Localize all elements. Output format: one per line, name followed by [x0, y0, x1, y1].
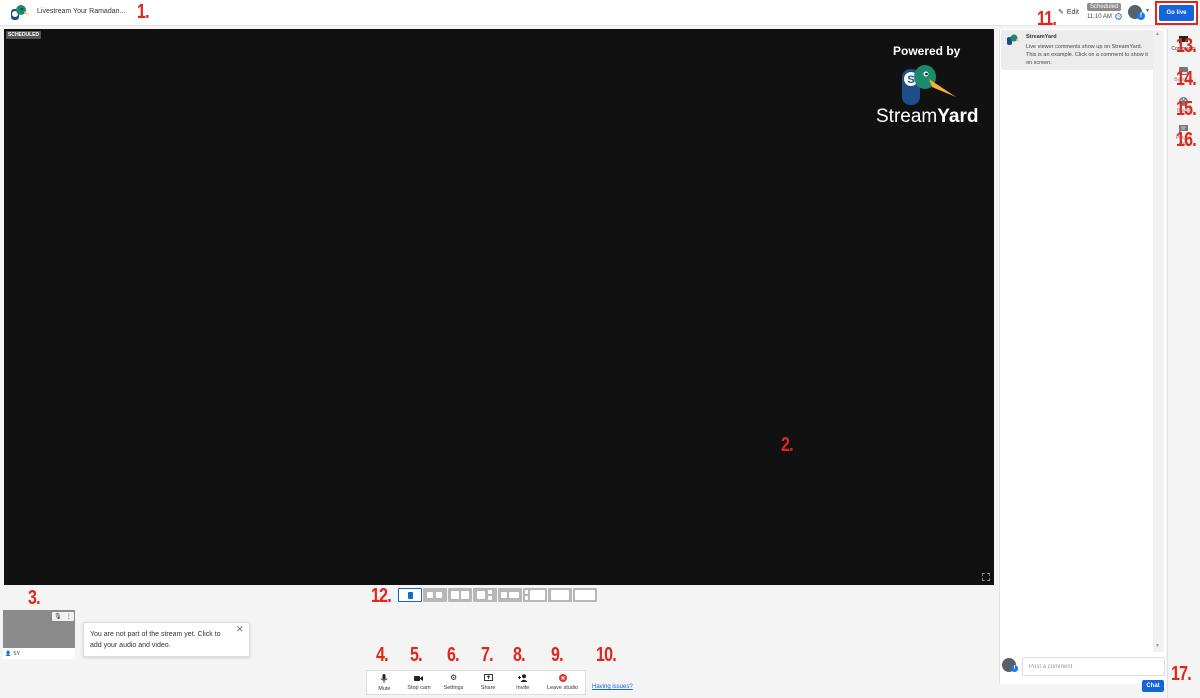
annotation-16: 16.	[1176, 129, 1197, 151]
annotation-13: 13.	[1176, 35, 1197, 57]
settings-label: Settings	[443, 685, 464, 691]
layout-group[interactable]	[448, 588, 472, 602]
annotation-7: 7.	[481, 644, 494, 666]
scroll-down-icon[interactable]: ▼	[1155, 643, 1160, 649]
annotation-17: 17.	[1171, 663, 1192, 685]
annotation-4: 4.	[376, 644, 389, 666]
person-icon: 👤	[5, 651, 12, 657]
layout-thin[interactable]	[423, 588, 447, 602]
comment-author: StreamYard	[1026, 34, 1057, 40]
streamyard-avatar-icon	[1007, 34, 1020, 45]
share-screen-icon	[483, 674, 493, 681]
layout-screen-thumbs[interactable]	[523, 588, 547, 602]
having-issues-link[interactable]: Having issues?	[592, 684, 633, 690]
scheduled-time-label: 11:10 AM	[1087, 13, 1112, 20]
annotation-12: 12.	[371, 585, 392, 607]
layout-fullscreen[interactable]	[573, 588, 597, 602]
leave-icon	[558, 674, 567, 682]
wordmark-yard: Yard	[937, 106, 979, 127]
leave-studio-button[interactable]: Leave studio	[540, 671, 585, 694]
facebook-icon: f	[1011, 665, 1018, 672]
camera-icon	[414, 675, 424, 681]
streamyard-wordmark: StreamYard	[876, 106, 978, 128]
layout-leader[interactable]	[473, 588, 497, 602]
wordmark-stream: Stream	[876, 106, 938, 127]
participant-name: SY	[13, 651, 20, 657]
annotation-9: 9.	[551, 644, 564, 666]
broadcast-title[interactable]: Livestream Your Ramadan...	[37, 8, 125, 15]
microphone-icon	[380, 673, 388, 683]
powered-by-label: Powered by	[893, 44, 961, 58]
chevron-down-icon[interactable]: ▾	[1146, 7, 1149, 14]
self-name-label: 👤 SY	[3, 648, 75, 659]
edit-button[interactable]: ✎ Edit	[1058, 8, 1079, 17]
layout-solo[interactable]	[398, 588, 422, 602]
mute-button[interactable]: Mute	[367, 671, 402, 694]
share-button[interactable]: Share	[471, 671, 506, 694]
facebook-icon: f	[1137, 12, 1145, 20]
annotation-10: 10.	[596, 644, 617, 666]
scheduled-time: 11:10 AM ?	[1087, 13, 1122, 20]
settings-button[interactable]: ⚙ Settings	[436, 671, 471, 694]
comments-scrollbar[interactable]	[1153, 30, 1164, 652]
streamyard-mascot-logo: S	[902, 65, 956, 105]
annotation-15: 15.	[1176, 98, 1197, 120]
add-person-icon	[517, 674, 528, 682]
layout-side-by-side-screen[interactable]	[498, 588, 522, 602]
join-stream-tooltip[interactable]: You are not part of the stream yet. Clic…	[83, 622, 250, 657]
annotation-11: 11.	[1037, 8, 1057, 30]
svg-text:S: S	[907, 74, 914, 86]
scroll-up-icon[interactable]: ▲	[1155, 31, 1160, 37]
layout-screen-pip[interactable]	[548, 588, 572, 602]
share-label: Share	[480, 685, 496, 691]
close-icon[interactable]: ✕	[236, 624, 244, 635]
annotation-14: 14.	[1176, 68, 1197, 90]
mute-label: Mute	[378, 685, 391, 692]
annotation-5: 5.	[410, 644, 423, 666]
stop-cam-label: Stop cam	[407, 684, 431, 691]
stage-status-badge: SCHEDULED	[6, 31, 42, 39]
annotation-8: 8.	[513, 644, 526, 666]
tile-controls: 🎙 ⋮	[52, 612, 74, 621]
top-bar	[0, 0, 1200, 26]
stage-canvas[interactable]	[4, 29, 994, 585]
annotation-2: 2.	[781, 434, 794, 456]
chat-send-button[interactable]: Chat	[1142, 680, 1164, 692]
studio-controls: Mute Stop cam ⚙ Settings Share Invite Le…	[366, 670, 586, 695]
fullscreen-icon[interactable]	[982, 573, 990, 581]
microphone-icon[interactable]: 🎙	[54, 613, 62, 620]
help-icon[interactable]: ?	[1115, 13, 1122, 20]
comment-text: Live viewer comments show up on StreamYa…	[1026, 44, 1148, 66]
comment-input[interactable]	[1022, 657, 1165, 676]
go-live-button[interactable]: Go live	[1159, 5, 1194, 21]
annotation-1: 1.	[137, 1, 150, 23]
leave-label: Leave studio	[546, 685, 579, 691]
annotation-3: 3.	[28, 587, 41, 609]
invite-button[interactable]: Invite	[505, 671, 540, 694]
status-badge: Scheduled	[1087, 3, 1122, 11]
invite-label: Invite	[516, 685, 530, 691]
more-options-icon[interactable]: ⋮	[66, 613, 72, 620]
stop-cam-button[interactable]: Stop cam	[402, 671, 437, 694]
pencil-icon: ✎	[1058, 9, 1064, 16]
gear-icon: ⚙	[449, 673, 458, 682]
layout-selector	[398, 588, 597, 602]
comments-panel	[999, 29, 1166, 684]
annotation-6: 6.	[447, 644, 460, 666]
edit-label: Edit	[1066, 8, 1079, 16]
streamyard-logo-icon[interactable]	[10, 4, 30, 22]
